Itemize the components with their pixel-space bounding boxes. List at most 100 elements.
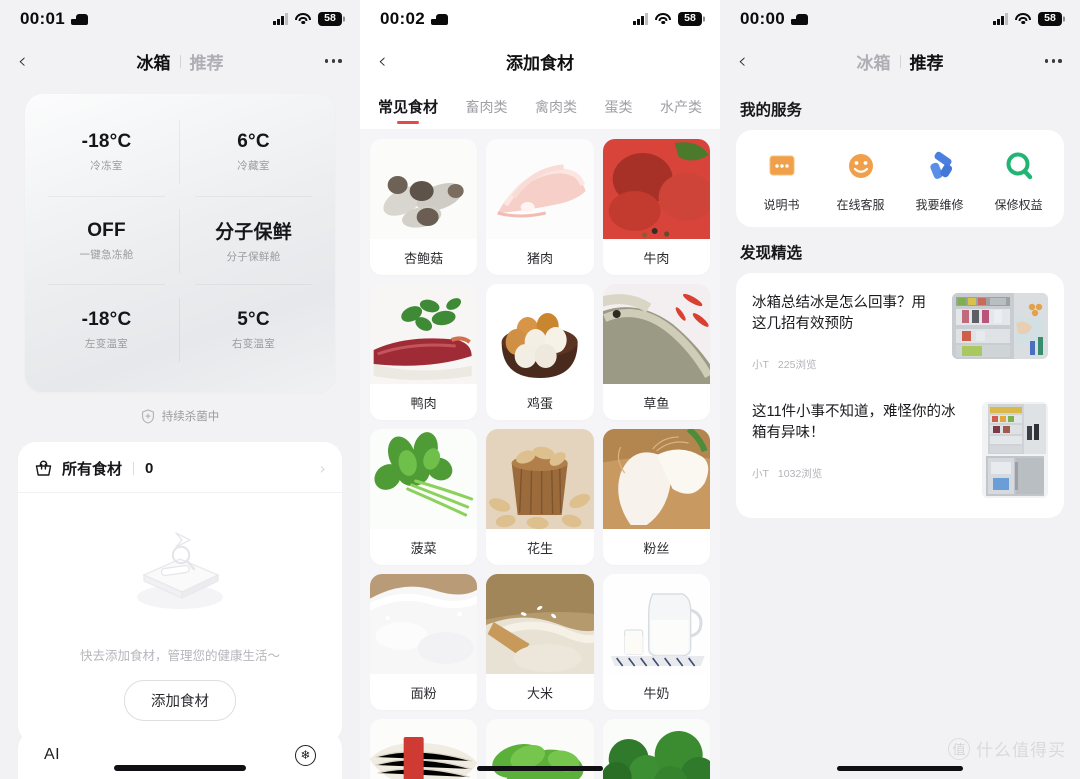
food-card[interactable]: 粉丝 (602, 429, 710, 565)
empty-fridge-tray-illustration (34, 493, 326, 643)
back-chevron-icon[interactable]: ‹ (378, 50, 400, 72)
service-repair[interactable]: 我要维修 (903, 146, 977, 213)
add-ingredient-button[interactable]: 添加食材 (124, 680, 236, 721)
service-label: 说明书 (763, 198, 800, 212)
food-card[interactable] (602, 719, 710, 779)
repair-hammer-icon (920, 146, 960, 186)
food-card[interactable]: 大米 (486, 574, 594, 710)
back-chevron-icon[interactable]: ‹ (18, 50, 40, 72)
tab-poultry-meat[interactable]: 禽肉类 (531, 91, 581, 129)
signal-icon (993, 12, 1008, 25)
food-card[interactable]: 草鱼 (602, 284, 710, 420)
status-time: 00:02 (380, 9, 425, 28)
battery-badge: 58 (318, 11, 342, 27)
food-name: 鸡蛋 (526, 395, 553, 411)
tab-recommend[interactable]: 推荐 (190, 49, 224, 74)
nav-separator (179, 54, 181, 68)
more-dots-icon[interactable] (324, 59, 342, 63)
ai-bottom-bar[interactable]: AI ❄ (18, 731, 342, 779)
compartment-label: 冷藏室 (237, 160, 270, 173)
back-chevron-icon[interactable]: ‹ (738, 50, 760, 72)
watermark-logo-icon: 值 (948, 737, 970, 760)
food-card[interactable]: 杏鲍菇 (370, 139, 478, 275)
home-indicator (114, 765, 246, 771)
grass-carp-fish-photo (602, 284, 710, 384)
empty-state-text: 快去添加食材，管理您的健康生活～ (79, 649, 280, 663)
food-card[interactable]: 鸭肉 (370, 284, 478, 420)
compartment-fridge[interactable]: 6°C 冷藏室 (180, 108, 327, 197)
bed-icon (790, 13, 808, 25)
tab-eggs[interactable]: 蛋类 (600, 91, 636, 129)
service-warranty[interactable]: 保修权益 (982, 146, 1056, 213)
warranty-search-icon (999, 146, 1039, 186)
nav-title-group: 冰箱 推荐 (0, 49, 360, 74)
pork-chops-photo (486, 139, 594, 239)
chevron-right-icon[interactable]: › (320, 459, 326, 478)
article-text: 冰箱总结冰是怎么回事？用这几招有效预防 小T 225浏览 (752, 293, 938, 372)
nav-title-group: 冰箱 推荐 (720, 49, 1080, 74)
tab-seafood[interactable]: 水产类 (656, 91, 706, 129)
tab-fridge[interactable]: 冰箱 (857, 49, 891, 74)
services-section-title: 我的服务 (740, 102, 803, 119)
page-title: 推荐 (909, 53, 944, 73)
service-label: 在线客服 (836, 198, 885, 212)
service-manual[interactable]: 说明书 (745, 146, 819, 213)
discover-section-title: 发现精选 (740, 245, 803, 262)
tab-livestock-meat[interactable]: 畜肉类 (462, 91, 512, 129)
article-text: 这11件小事不知道，难怪你的冰箱有异味！ 小T 1032浏览 (752, 402, 968, 481)
service-label: 保修权益 (994, 198, 1043, 212)
compartment-molecular[interactable]: 分子保鲜 分子保鲜舱 (180, 197, 327, 286)
peanuts-bowl-photo (486, 429, 594, 529)
article-views: 1032浏览 (777, 468, 823, 481)
fridge-compartment-grid: -18°C 冷冻室 6°C 冷藏室 OFF 一键急冻舱 分子保鲜 分子保鲜舱 -… (33, 108, 327, 374)
food-name: 牛肉 (643, 250, 670, 266)
service-online-support[interactable]: 在线客服 (824, 146, 898, 213)
food-card[interactable]: 牛肉 (602, 139, 710, 275)
food-name: 粉丝 (643, 540, 670, 556)
compartment-left-variable[interactable]: -18°C 左变温室 (33, 285, 180, 374)
flour-photo (370, 574, 478, 674)
article-views: 225浏览 (777, 359, 817, 372)
compartment-right-variable[interactable]: 5°C 右变温室 (180, 285, 327, 374)
article-row[interactable]: 这11件小事不知道，难怪你的冰箱有异味！ 小T 1032浏览 (752, 386, 1048, 512)
article-row[interactable]: 冰箱总结冰是怎么回事？用这几招有效预防 小T 225浏览 (752, 277, 1048, 386)
food-card[interactable]: 花生 (486, 429, 594, 565)
manual-book-icon (762, 146, 802, 186)
status-time: 00:01 (20, 9, 65, 28)
watermark: 值 什么值得买 (948, 736, 1066, 761)
article-author: 小T (752, 468, 769, 481)
king-oyster-mushroom-photo (370, 139, 478, 239)
tab-common-ingredients[interactable]: 常见食材 (374, 90, 442, 129)
vermicelli-noodles-photo (602, 429, 710, 529)
panel-recommend: 00:00 58 ‹ 冰箱 推荐 我的服务 说明书 在线客服 我要维修 保修权益… (720, 0, 1080, 779)
ingredients-header[interactable]: 所有食材 0 › (34, 458, 326, 492)
compartment-label: 一键急冻舱 (79, 248, 134, 261)
compartment-value: OFF (87, 219, 126, 241)
food-name: 杏鲍菇 (404, 250, 444, 266)
compartment-quickfreeze[interactable]: OFF 一键急冻舱 (33, 197, 180, 286)
article-title: 冰箱总结冰是怎么回事？用这几招有效预防 (752, 295, 926, 333)
food-card[interactable]: 菠菜 (370, 429, 478, 565)
ingredients-title: 所有食材 (62, 461, 123, 478)
article-meta: 小T 1032浏览 (752, 466, 968, 481)
full-fridge-open-photo (982, 402, 1048, 499)
food-card[interactable]: 鸡蛋 (486, 284, 594, 420)
compartment-freezer[interactable]: -18°C 冷冻室 (33, 108, 180, 197)
snowflake-icon[interactable]: ❄ (295, 744, 316, 766)
food-name: 猪肉 (526, 250, 553, 266)
food-card[interactable]: 牛奶 (602, 574, 710, 710)
fridge-interior-drawer-photo (952, 293, 1048, 359)
more-dots-icon[interactable] (1044, 59, 1062, 63)
rice-sack-photo (486, 574, 594, 674)
food-card[interactable]: 猪肉 (486, 139, 594, 275)
status-bar-right: 58 (633, 11, 702, 27)
food-name: 牛奶 (643, 685, 670, 701)
compartment-value: 6°C (237, 131, 270, 153)
broccoli-photo (602, 719, 710, 779)
smiley-support-icon (841, 146, 881, 186)
wifi-icon (655, 12, 671, 25)
food-card[interactable] (370, 719, 478, 779)
food-name: 鸭肉 (410, 395, 437, 411)
food-card[interactable]: 面粉 (370, 574, 478, 710)
nav-title-group: 添加食材 (360, 49, 720, 74)
